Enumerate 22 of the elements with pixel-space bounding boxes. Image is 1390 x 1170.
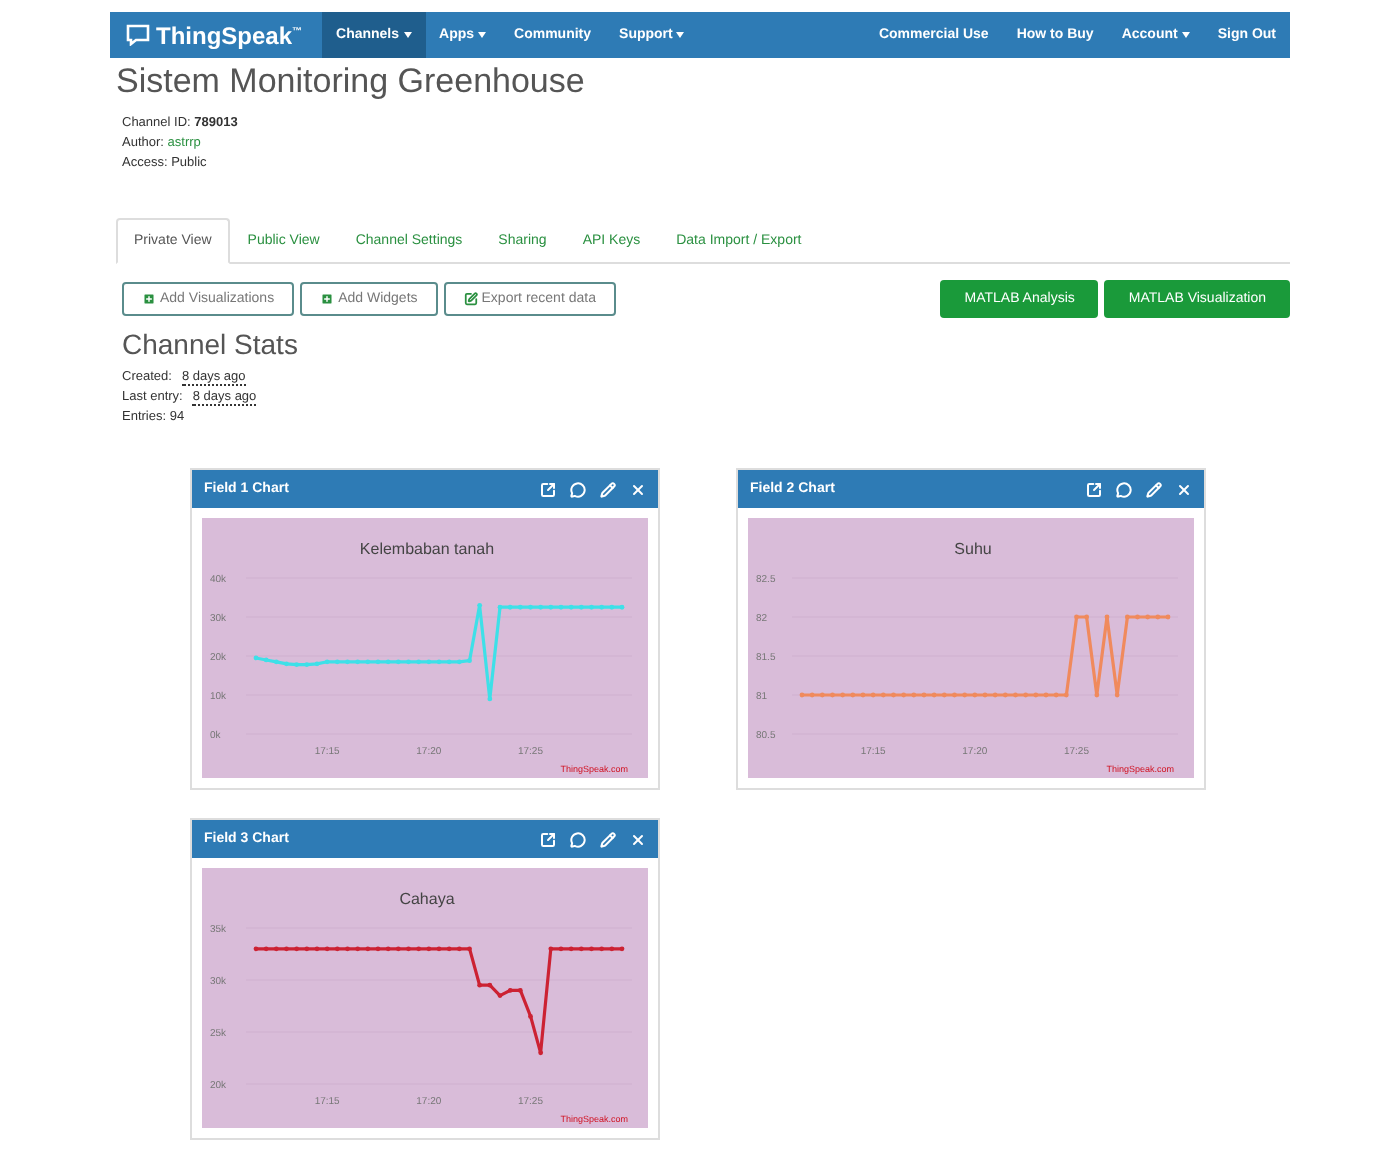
section-title: Channel Stats	[122, 328, 300, 360]
external-link-icon[interactable]	[540, 831, 556, 847]
close-icon[interactable]	[1176, 481, 1192, 497]
comment-icon[interactable]	[570, 481, 586, 497]
chart-title: Suhu	[954, 540, 992, 558]
edit-icon[interactable]	[600, 481, 616, 497]
chart-title: Cahaya	[399, 890, 455, 908]
brand-logo[interactable]: ThingSpeak$^{™}$	[156, 21, 303, 49]
plus-icon	[142, 292, 156, 306]
external-link-icon[interactable]	[1086, 481, 1102, 497]
close-icon[interactable]	[630, 831, 646, 847]
channel-title: Sistem Monitoring Greenhouse	[116, 62, 587, 102]
speech-bubble-icon	[126, 24, 150, 46]
chart-title: Kelembaban tanah	[359, 540, 495, 558]
comment-icon[interactable]	[1116, 481, 1132, 497]
external-link-icon[interactable]	[540, 481, 556, 497]
comment-icon[interactable]	[570, 831, 586, 847]
plus-icon	[320, 292, 335, 306]
edit-icon	[463, 292, 478, 306]
close-icon[interactable]	[630, 481, 646, 497]
edit-icon[interactable]	[1146, 481, 1162, 497]
edit-icon[interactable]	[600, 831, 616, 847]
